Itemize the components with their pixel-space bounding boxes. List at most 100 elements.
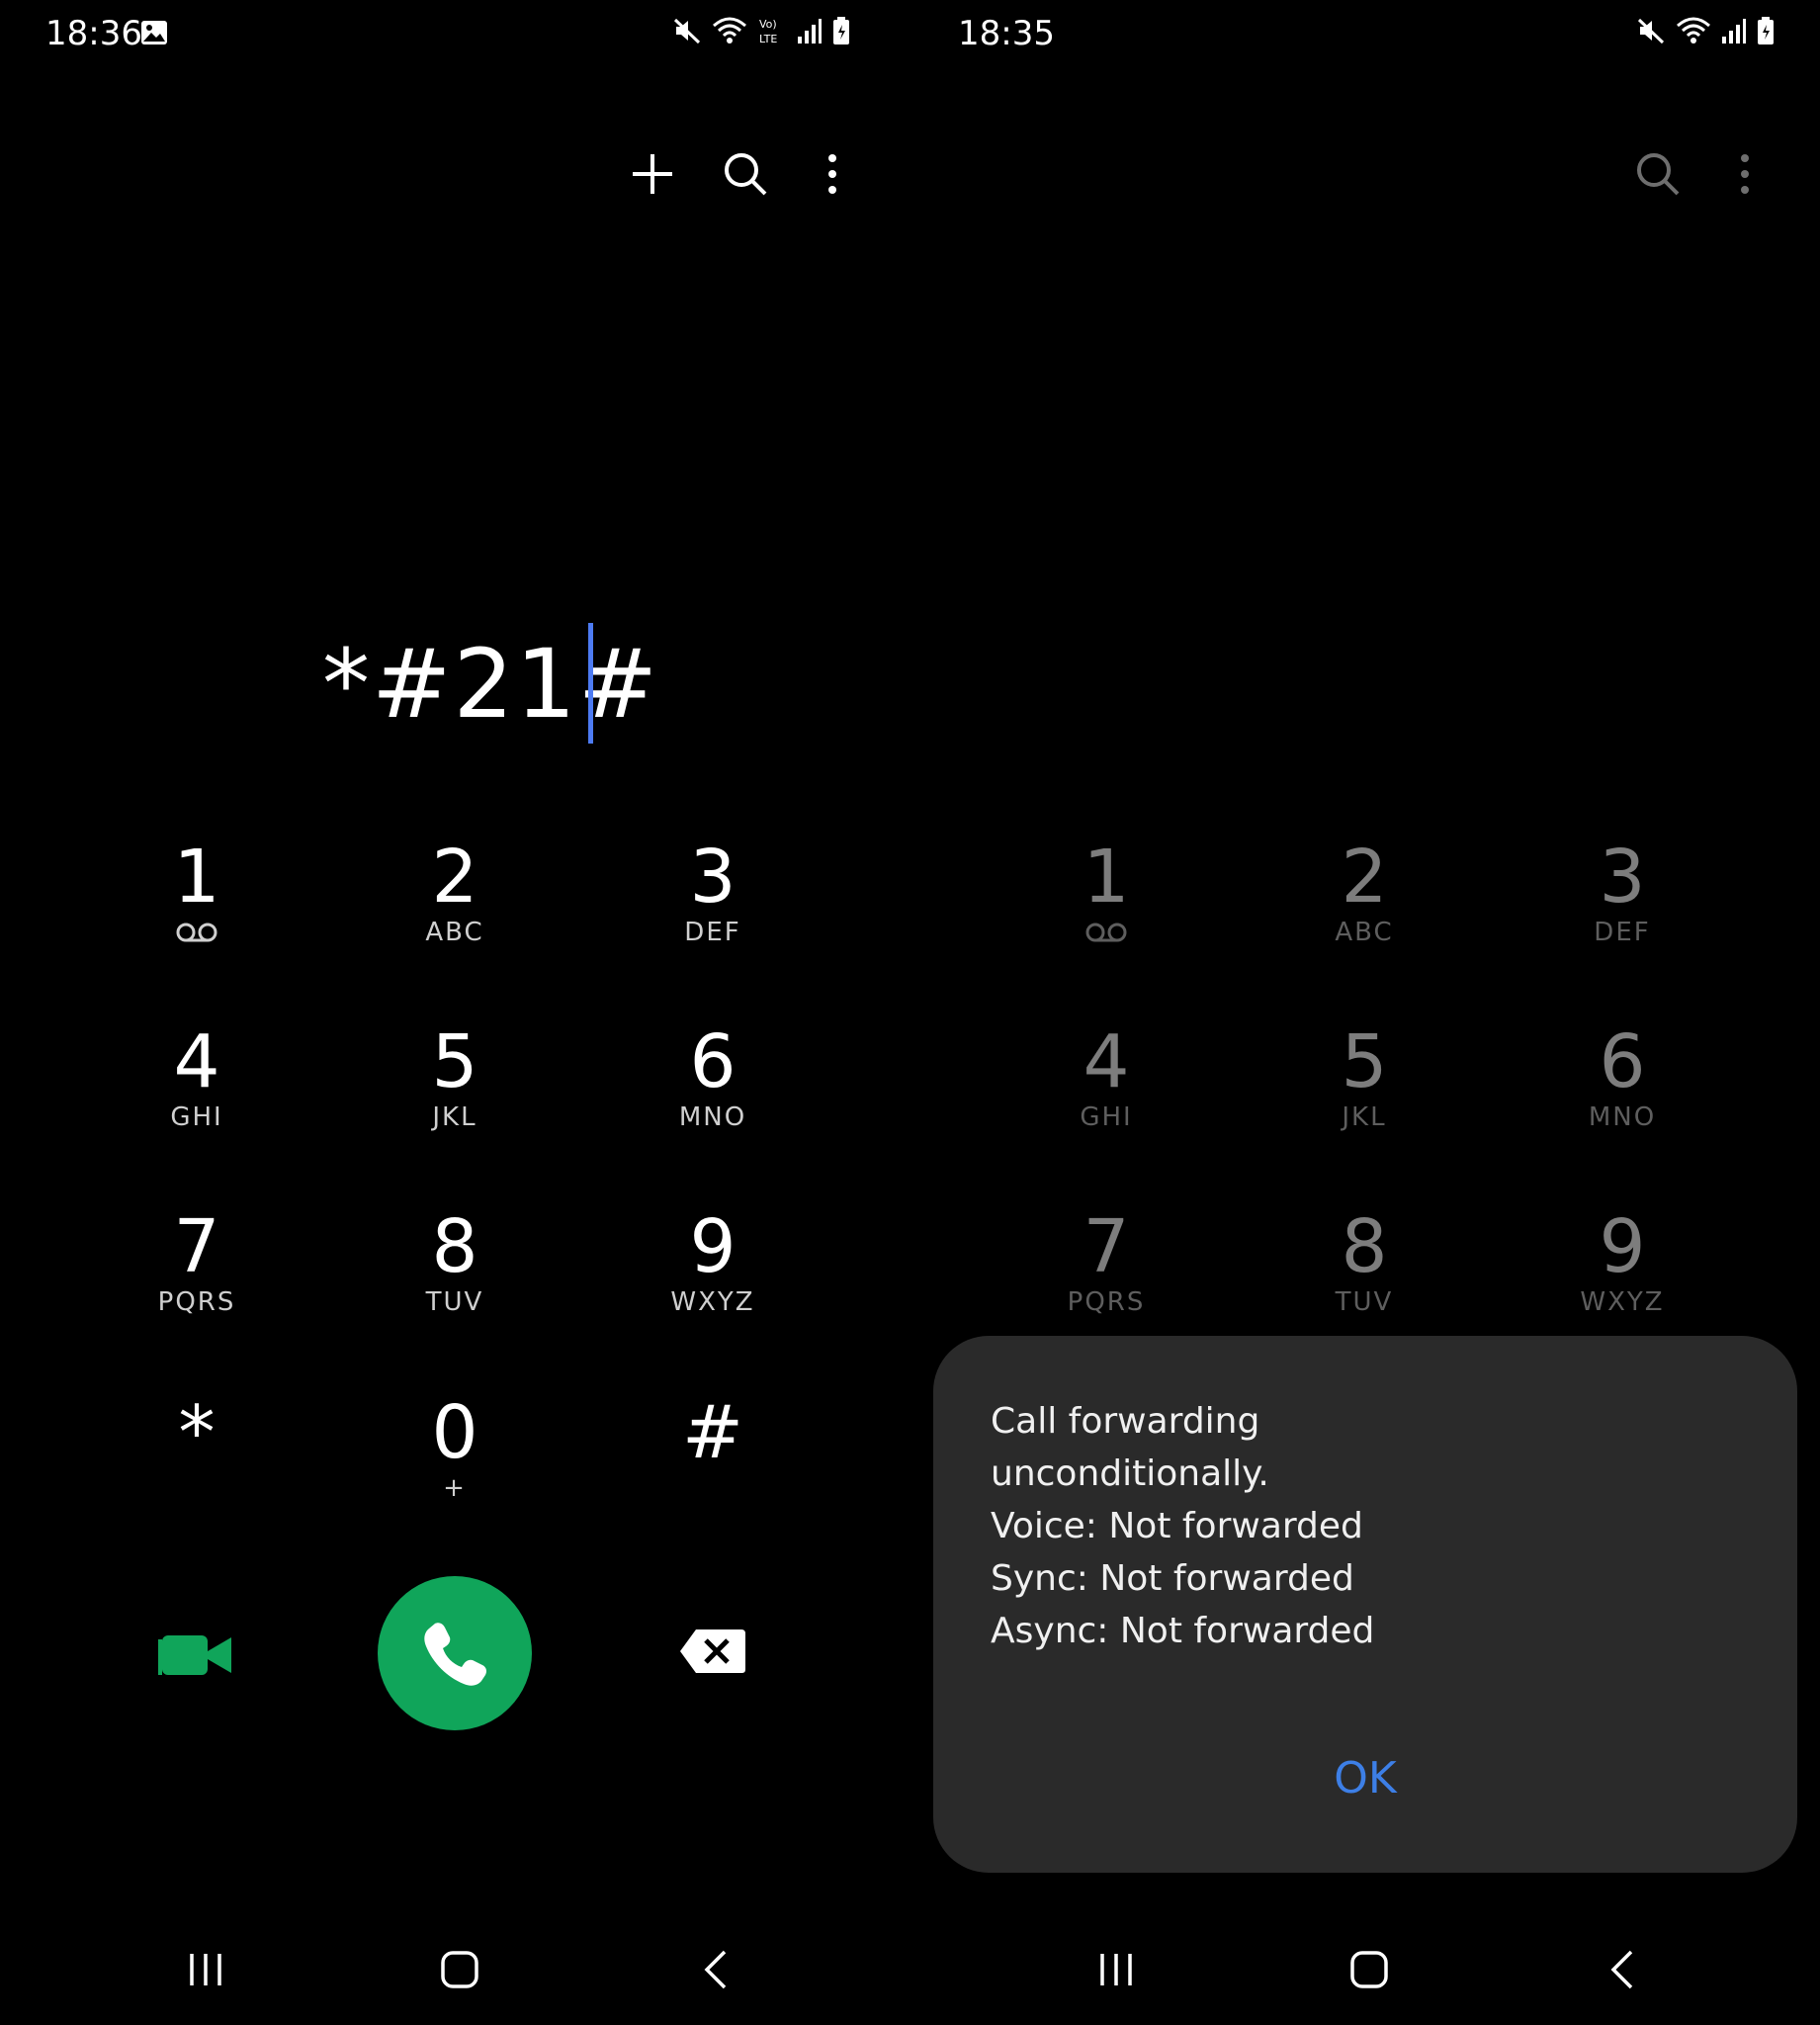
navigation-bar xyxy=(910,1946,1820,2005)
key-digit: 5 xyxy=(1341,1019,1388,1104)
mute-icon xyxy=(1637,18,1665,44)
dialer-actions xyxy=(0,1576,910,1730)
wifi-icon xyxy=(1677,17,1710,44)
key-letters: JKL xyxy=(1342,1102,1387,1132)
key-0[interactable]: 0 + xyxy=(356,1392,554,1560)
status-time: 18:36 xyxy=(45,14,142,53)
key-3[interactable]: 3 DEF xyxy=(1523,836,1721,1005)
key-4[interactable]: 4 GHI xyxy=(1007,1021,1205,1189)
search-icon[interactable] xyxy=(720,148,771,200)
key-letters: DEF xyxy=(1594,918,1651,947)
key-4[interactable]: 4 GHI xyxy=(98,1021,296,1189)
key-letters: ABC xyxy=(1335,918,1394,947)
key-5[interactable]: 5 JKL xyxy=(356,1021,554,1189)
key-5[interactable]: 5 JKL xyxy=(1265,1021,1463,1189)
key-digit: 6 xyxy=(689,1019,737,1104)
key-letters: MNO xyxy=(678,1102,747,1132)
dialer-screen-left: 18:36 Vo) LTE *#21# 1 2 ABC 3 DEF 4 GHI … xyxy=(0,0,910,2025)
key-2[interactable]: 2 ABC xyxy=(1265,836,1463,1005)
more-icon[interactable] xyxy=(1719,148,1771,200)
text-cursor xyxy=(588,623,593,744)
backspace-icon[interactable] xyxy=(678,1628,747,1675)
key-letters: GHI xyxy=(1080,1102,1133,1132)
key-digit: 1 xyxy=(1083,835,1130,920)
add-icon[interactable] xyxy=(627,148,678,200)
key-digit: 3 xyxy=(689,835,737,920)
key-digit: 8 xyxy=(1341,1204,1388,1289)
key-7[interactable]: 7 PQRS xyxy=(98,1206,296,1374)
key-letters: TUV xyxy=(1335,1287,1394,1317)
key-digit: 5 xyxy=(431,1019,478,1104)
key-letters: WXYZ xyxy=(1580,1287,1665,1317)
key-digit: 7 xyxy=(1083,1204,1130,1289)
key-1[interactable]: 1 xyxy=(98,836,296,1005)
search-icon[interactable] xyxy=(1632,148,1684,200)
key-digit: 3 xyxy=(1599,835,1646,920)
navigation-bar xyxy=(0,1946,910,2005)
key-digit: 2 xyxy=(431,835,478,920)
key-star[interactable]: * xyxy=(98,1392,296,1560)
key-6[interactable]: 6 MNO xyxy=(614,1021,812,1189)
key-digit: 7 xyxy=(173,1204,220,1289)
dialog-message: Call forwarding unconditionally. Voice: … xyxy=(991,1395,1374,1657)
key-letters: PQRS xyxy=(1067,1287,1146,1317)
dialog-line: Voice: Not forwarded xyxy=(991,1506,1363,1546)
key-3[interactable]: 3 DEF xyxy=(614,836,812,1005)
number-display[interactable]: *#21# xyxy=(322,629,659,740)
voicemail-icon xyxy=(1085,923,1127,942)
dialer-toolbar xyxy=(1632,148,1771,200)
svg-text:LTE: LTE xyxy=(759,33,777,45)
key-hash[interactable]: # xyxy=(614,1392,812,1560)
key-6[interactable]: 6 MNO xyxy=(1523,1021,1721,1189)
key-letters: MNO xyxy=(1588,1102,1657,1132)
volte-icon: Vo) LTE xyxy=(759,18,777,45)
battery-icon xyxy=(833,17,849,44)
call-button[interactable] xyxy=(378,1576,532,1730)
status-icons xyxy=(1636,16,1775,45)
dialog-line: unconditionally. xyxy=(991,1453,1269,1494)
key-letters: ABC xyxy=(425,918,484,947)
key-letters: DEF xyxy=(684,918,741,947)
home-icon[interactable] xyxy=(435,1946,484,1993)
key-digit: 1 xyxy=(173,835,220,920)
mute-icon xyxy=(673,18,701,44)
key-digit: * xyxy=(178,1390,216,1475)
battery-icon xyxy=(1758,17,1774,44)
signal-icon xyxy=(798,19,822,44)
key-digit: 4 xyxy=(1083,1019,1130,1104)
signal-icon xyxy=(1722,19,1746,44)
key-digit: 6 xyxy=(1599,1019,1646,1104)
home-icon[interactable] xyxy=(1344,1946,1394,1993)
key-digit: 2 xyxy=(1341,835,1388,920)
recents-icon[interactable] xyxy=(1088,1946,1144,1993)
key-letters: PQRS xyxy=(157,1287,236,1317)
recents-icon[interactable] xyxy=(178,1946,233,1993)
key-9[interactable]: 9 WXYZ xyxy=(614,1206,812,1374)
key-8[interactable]: 8 TUV xyxy=(356,1206,554,1374)
dialog-line: Async: Not forwarded xyxy=(991,1611,1375,1651)
key-digit: # xyxy=(681,1390,743,1475)
key-letters: JKL xyxy=(432,1102,477,1132)
wifi-icon xyxy=(713,17,746,44)
key-digit: 4 xyxy=(173,1019,220,1104)
svg-text:Vo): Vo) xyxy=(759,18,777,31)
ok-button[interactable]: OK xyxy=(933,1753,1797,1804)
key-digit: 9 xyxy=(1599,1204,1646,1289)
video-call-icon[interactable] xyxy=(158,1626,233,1681)
key-digit: 8 xyxy=(431,1204,478,1289)
voicemail-icon xyxy=(176,923,217,942)
back-icon[interactable] xyxy=(1603,1946,1642,1993)
dialer-toolbar xyxy=(627,148,858,200)
dialog-line: Call forwarding xyxy=(991,1401,1260,1442)
more-icon[interactable] xyxy=(807,148,858,200)
status-icons: Vo) LTE xyxy=(672,16,850,45)
key-2[interactable]: 2 ABC xyxy=(356,836,554,1005)
key-digit: 0 xyxy=(431,1390,478,1475)
back-icon[interactable] xyxy=(696,1946,736,1993)
status-time: 18:35 xyxy=(958,14,1055,53)
key-letters: TUV xyxy=(425,1287,484,1317)
key-letters: WXYZ xyxy=(670,1287,755,1317)
phone-icon xyxy=(424,1623,486,1686)
key-letters: GHI xyxy=(170,1102,223,1132)
key-1[interactable]: 1 xyxy=(1007,836,1205,1005)
